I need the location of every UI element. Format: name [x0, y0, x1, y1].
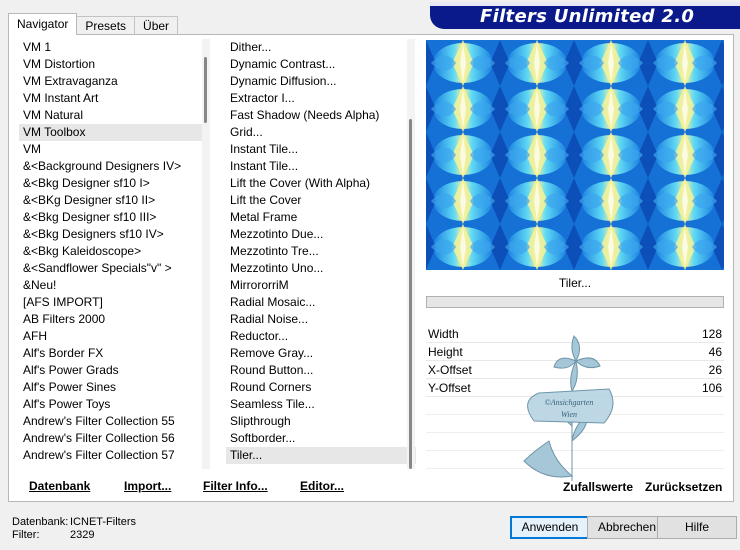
category-item[interactable]: VM 1	[19, 39, 209, 56]
param-value: 106	[701, 381, 722, 395]
category-item[interactable]: &<Bkg Designer sf10 III>	[19, 209, 209, 226]
category-item[interactable]: &<Bkg Kaleidoscope>	[19, 243, 209, 260]
filter-item[interactable]: Fast Shadow (Needs Alpha)	[226, 107, 416, 124]
filter-item[interactable]: Grid...	[226, 124, 416, 141]
category-item[interactable]: Alf's Power Sines	[19, 379, 209, 396]
status-filter-value: 2329	[70, 529, 95, 541]
category-item[interactable]: &Neu!	[19, 277, 209, 294]
filter-item[interactable]: MirrororriM	[226, 277, 416, 294]
param-label: Height	[428, 345, 463, 359]
category-item[interactable]: Alf's Power Grads	[19, 362, 209, 379]
watermark-text-1: ©Ansichgarten	[545, 398, 594, 407]
param-label: X-Offset	[428, 363, 472, 377]
tab-navigator[interactable]: Navigator	[8, 13, 78, 35]
filter-item[interactable]: Metal Frame	[226, 209, 416, 226]
filter-item[interactable]: Dynamic Contrast...	[226, 56, 416, 73]
filter-item[interactable]: Mezzotinto Tre...	[226, 243, 416, 260]
category-list[interactable]: VM 1 VM Distortion VM Extravaganza VM Insta…	[19, 39, 209, 469]
tab-bar: Navigator Presets Über	[8, 13, 179, 35]
category-item[interactable]: VM Extravaganza	[19, 73, 209, 90]
import-link[interactable]: Import...	[124, 479, 171, 493]
filter-item[interactable]: Round Button...	[226, 362, 416, 379]
navigator-panel: VM 1 VM Distortion VM Extravaganza VM Insta…	[8, 34, 734, 502]
category-item[interactable]: &<Sandflower Specials"v" >	[19, 260, 209, 277]
category-item[interactable]: Alf's Border FX	[19, 345, 209, 362]
filter-item[interactable]: Round Corners	[226, 379, 416, 396]
status-filter-label: Filter:	[12, 529, 40, 541]
category-item[interactable]: Andrew's Filter Collection 56	[19, 430, 209, 447]
category-scroll-thumb[interactable]	[204, 57, 207, 123]
tab-ueber[interactable]: Über	[134, 16, 179, 35]
category-item[interactable]: VM	[19, 141, 209, 158]
filter-item[interactable]: Lift the Cover (With Alpha)	[226, 175, 416, 192]
filter-item[interactable]: Dynamic Diffusion...	[226, 73, 416, 90]
zuruecksetzen-button[interactable]: Zurücksetzen	[645, 480, 722, 494]
filter-item[interactable]: Radial Noise...	[226, 311, 416, 328]
category-item[interactable]: VM Toolbox	[19, 124, 209, 141]
category-item[interactable]: &<BKg Designer sf10 II>	[19, 192, 209, 209]
preview-pattern	[426, 40, 724, 270]
category-item[interactable]: VM Distortion	[19, 56, 209, 73]
progress-bar	[426, 296, 724, 308]
filter-item[interactable]: Dither...	[226, 39, 416, 56]
category-item[interactable]: [AFS IMPORT]	[19, 294, 209, 311]
filter-item[interactable]: Instant Tile...	[226, 158, 416, 175]
category-item[interactable]: VM Natural	[19, 107, 209, 124]
category-item[interactable]: AB Filters 2000	[19, 311, 209, 328]
filter-item[interactable]: Slipthrough	[226, 413, 416, 430]
category-item[interactable]: Andrew's Filter Collection 57	[19, 447, 209, 464]
watermark-iris-logo: ©Ansichgarten Wien	[523, 335, 614, 481]
category-item[interactable]: VM Instant Art	[19, 90, 209, 107]
banner-title: Filters Unlimited 2.0	[480, 6, 695, 27]
param-value: 26	[708, 363, 722, 377]
filter-item[interactable]: Lift the Cover	[226, 192, 416, 209]
filter-scrollbar[interactable]	[407, 39, 415, 469]
filter-item[interactable]: Radial Mosaic...	[226, 294, 416, 311]
filter-item[interactable]: Tiler...	[226, 447, 416, 464]
title-banner: Filters Unlimited 2.0	[430, 2, 740, 29]
filter-preview-image	[426, 40, 724, 270]
category-item[interactable]: AFH	[19, 328, 209, 345]
filter-item[interactable]: Mezzotinto Due...	[226, 226, 416, 243]
filter-list[interactable]: Dither... Dynamic Contrast... Dynamic Diff…	[226, 39, 416, 469]
category-item[interactable]: Alf's Power Toys	[19, 396, 209, 413]
param-value: 128	[701, 327, 722, 341]
filter-item[interactable]: Remove Gray...	[226, 345, 416, 362]
editor-link[interactable]: Editor...	[300, 479, 344, 493]
filter-item[interactable]: Reductor...	[226, 328, 416, 345]
status-datenbank-label: Datenbank:	[12, 516, 69, 528]
zufallswerte-button[interactable]: Zufallswerte	[563, 480, 633, 494]
filter-scroll-thumb[interactable]	[409, 119, 412, 469]
filter-item[interactable]: Extractor I...	[226, 90, 416, 107]
param-label: Y-Offset	[428, 381, 471, 395]
filter-info-link[interactable]: Filter Info...	[203, 479, 268, 493]
filter-item[interactable]: Mezzotinto Uno...	[226, 260, 416, 277]
category-item[interactable]: Andrew's Filter Collection 55	[19, 413, 209, 430]
datenbank-link[interactable]: Datenbank	[29, 479, 90, 493]
anwenden-button[interactable]: Anwenden	[510, 516, 590, 539]
param-value: 46	[708, 345, 722, 359]
filter-item[interactable]: Instant Tile...	[226, 141, 416, 158]
filter-item[interactable]: Softborder...	[226, 430, 416, 447]
hilfe-button[interactable]: Hilfe	[657, 516, 737, 539]
tab-presets[interactable]: Presets	[76, 16, 136, 35]
category-item[interactable]: &<Bkg Designers sf10 IV>	[19, 226, 209, 243]
preview-caption: Tiler...	[558, 276, 592, 290]
status-datenbank-value: ICNET-Filters	[70, 516, 136, 528]
watermark-text-2: Wien	[561, 410, 577, 419]
filter-item[interactable]: Seamless Tile...	[226, 396, 416, 413]
category-scrollbar[interactable]	[202, 39, 210, 469]
param-label: Width	[428, 327, 459, 341]
abbrechen-button[interactable]: Abbrechen	[587, 516, 667, 539]
category-item[interactable]: &<Bkg Designer sf10 I>	[19, 175, 209, 192]
category-item[interactable]: &<Background Designers IV>	[19, 158, 209, 175]
status-area: Datenbank: ICNET-Filters Filter: 2329	[12, 516, 136, 542]
